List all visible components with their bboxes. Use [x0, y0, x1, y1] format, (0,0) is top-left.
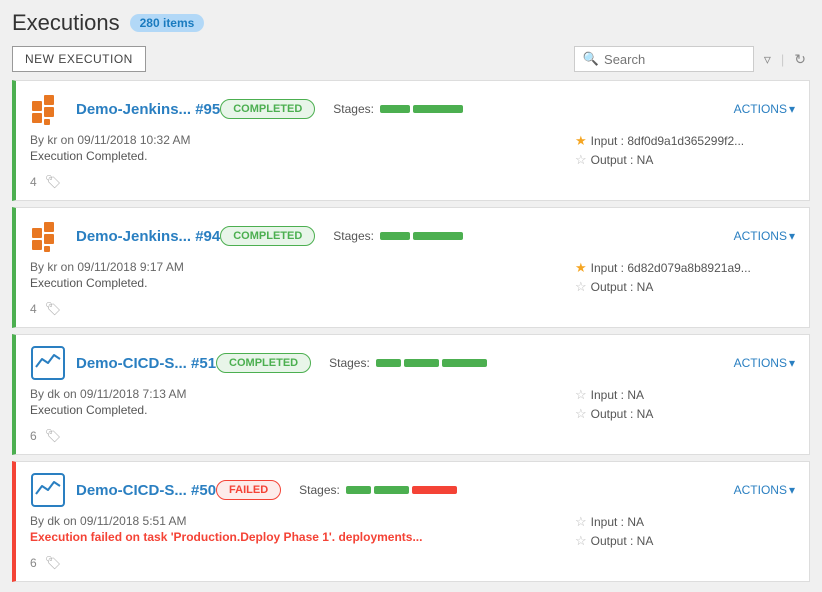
exec-result: Execution Completed. — [30, 149, 191, 163]
stages-area: Stages: — [333, 229, 463, 243]
chevron-down-icon: ▾ — [789, 356, 795, 370]
tag-count: 6 — [30, 556, 37, 570]
by-line: By kr on 09/11/2018 9:17 AM — [30, 260, 184, 274]
input-star-empty-icon: ☆ — [575, 514, 587, 530]
execution-card: Demo-Jenkins... #95 COMPLETED Stages: AC… — [12, 80, 810, 201]
exec-name: Demo-Jenkins... #95 — [76, 101, 220, 118]
output-star-icon: ☆ — [575, 533, 587, 549]
execution-card: Demo-CICD-S... #50 FAILED Stages: ACTION… — [12, 461, 810, 582]
stage-bars — [346, 486, 457, 494]
stage-bars — [380, 105, 463, 113]
actions-button[interactable]: ACTIONS ▾ — [734, 102, 795, 116]
exec-icon — [30, 218, 66, 254]
actions-button[interactable]: ACTIONS ▾ — [734, 229, 795, 243]
exec-name: Demo-CICD-S... #51 — [76, 355, 216, 372]
tag-icon: 🏷 — [45, 555, 62, 571]
exec-name: Demo-CICD-S... #50 — [76, 482, 216, 499]
output-value: ☆ Output : NA — [575, 279, 653, 295]
output-star-icon: ☆ — [575, 152, 587, 168]
by-line: By kr on 09/11/2018 10:32 AM — [30, 133, 191, 147]
search-input[interactable] — [604, 52, 734, 67]
execution-card: Demo-Jenkins... #94 COMPLETED Stages: AC… — [12, 207, 810, 328]
exec-icon — [30, 345, 66, 381]
stages-label: Stages: — [329, 356, 370, 370]
stages-area: Stages: — [299, 483, 457, 497]
tag-icon: 🏷 — [45, 301, 62, 317]
refresh-icon[interactable]: ↻ — [790, 49, 810, 70]
stage-bar — [380, 232, 410, 240]
item-count-badge: 280 items — [130, 14, 205, 32]
executions-list: Demo-Jenkins... #95 COMPLETED Stages: AC… — [12, 80, 810, 582]
input-value: ★ Input : 6d82d079a8b8921a9... — [575, 260, 751, 276]
stages-area: Stages: — [333, 102, 463, 116]
input-star-icon: ★ — [575, 133, 587, 149]
stage-bars — [376, 359, 487, 367]
tag-count: 4 — [30, 302, 37, 316]
chevron-down-icon: ▾ — [789, 483, 795, 497]
output-value: ☆ Output : NA — [575, 406, 653, 422]
stages-area: Stages: — [329, 356, 487, 370]
actions-label: ACTIONS — [734, 483, 787, 497]
exec-result: Execution Completed. — [30, 276, 184, 290]
stage-bar — [412, 486, 457, 494]
exec-icon — [30, 472, 66, 508]
tag-count: 4 — [30, 175, 37, 189]
input-star-empty-icon: ☆ — [575, 387, 587, 403]
new-execution-button[interactable]: NEW EXECUTION — [12, 46, 146, 72]
tag-icon: 🏷 — [45, 428, 62, 444]
stage-bar — [442, 359, 487, 367]
input-value: ☆ Input : NA — [575, 514, 644, 530]
chevron-down-icon: ▾ — [789, 102, 795, 116]
status-badge: FAILED — [216, 480, 281, 500]
status-badge: COMPLETED — [220, 99, 315, 119]
actions-button[interactable]: ACTIONS ▾ — [734, 483, 795, 497]
page-title: Executions — [12, 10, 120, 36]
chevron-down-icon: ▾ — [789, 229, 795, 243]
stages-label: Stages: — [333, 102, 374, 116]
stage-bar — [413, 232, 463, 240]
output-star-icon: ☆ — [575, 406, 587, 422]
stage-bars — [380, 232, 463, 240]
exec-name: Demo-Jenkins... #94 — [76, 228, 220, 245]
search-box: 🔍 — [574, 46, 754, 72]
status-badge: COMPLETED — [216, 353, 311, 373]
input-value: ★ Input : 8df0d9a1d365299f2... — [575, 133, 744, 149]
by-line: By dk on 09/11/2018 7:13 AM — [30, 387, 187, 401]
stage-bar — [404, 359, 439, 367]
exec-result: Execution Completed. — [30, 403, 187, 417]
stage-bar — [376, 359, 401, 367]
actions-button[interactable]: ACTIONS ▾ — [734, 356, 795, 370]
exec-result: Execution failed on task 'Production.Dep… — [30, 530, 422, 544]
execution-card: Demo-CICD-S... #51 COMPLETED Stages: ACT… — [12, 334, 810, 455]
output-value: ☆ Output : NA — [575, 533, 653, 549]
stage-bar — [380, 105, 410, 113]
exec-icon — [30, 91, 66, 127]
output-value: ☆ Output : NA — [575, 152, 653, 168]
stage-bar — [374, 486, 409, 494]
actions-label: ACTIONS — [734, 102, 787, 116]
search-icon: 🔍 — [583, 51, 599, 67]
actions-label: ACTIONS — [734, 229, 787, 243]
status-badge: COMPLETED — [220, 226, 315, 246]
tag-count: 6 — [30, 429, 37, 443]
tag-icon: 🏷 — [45, 174, 62, 190]
stages-label: Stages: — [333, 229, 374, 243]
input-star-icon: ★ — [575, 260, 587, 276]
output-star-icon: ☆ — [575, 279, 587, 295]
stage-bar — [346, 486, 371, 494]
stage-bar — [413, 105, 463, 113]
actions-label: ACTIONS — [734, 356, 787, 370]
stages-label: Stages: — [299, 483, 340, 497]
filter-icon[interactable]: ▿ — [760, 49, 775, 70]
input-value: ☆ Input : NA — [575, 387, 644, 403]
